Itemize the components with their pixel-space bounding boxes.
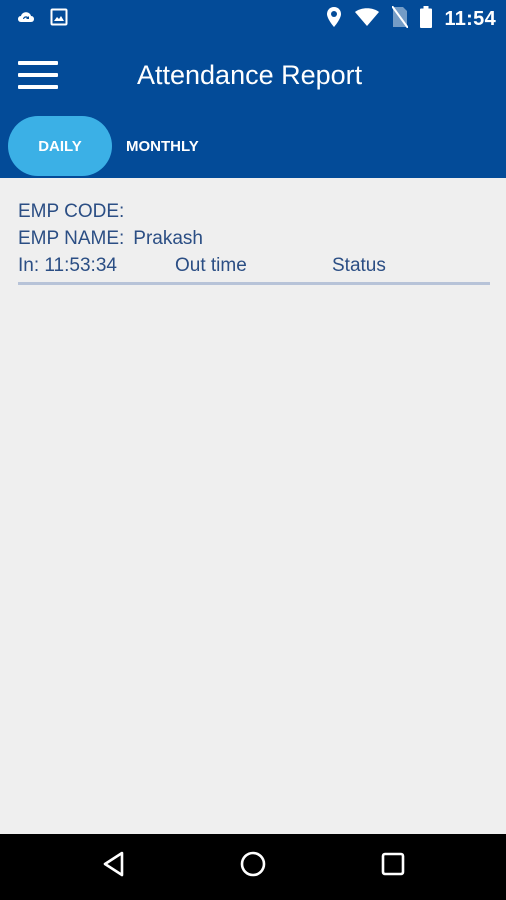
- attendance-times-row: In: 11:53:34 Out time Status: [18, 252, 490, 279]
- location-icon: [326, 6, 342, 33]
- menu-icon-bar: [18, 61, 58, 65]
- record-divider: [18, 282, 490, 285]
- recent-apps-icon: [379, 850, 407, 883]
- home-icon: [239, 850, 267, 883]
- no-sim-icon: [391, 5, 410, 33]
- attendance-content: EMP CODE: EMP NAME: Prakash In: 11:53:34 …: [0, 178, 506, 834]
- home-button[interactable]: [233, 846, 273, 886]
- tab-monthly[interactable]: MONTHLY: [122, 116, 266, 176]
- back-button[interactable]: [94, 846, 134, 886]
- emp-name-label: EMP NAME:: [18, 228, 125, 249]
- navigation-bar: [0, 834, 506, 900]
- status-time: 11:54: [444, 8, 496, 30]
- menu-icon-bar: [18, 73, 58, 77]
- in-time: In: 11:53:34: [18, 255, 117, 276]
- battery-icon: [420, 6, 433, 33]
- status-left-icons: [16, 8, 68, 31]
- emp-code-label: EMP CODE:: [18, 201, 125, 222]
- wifi-icon: [354, 7, 380, 32]
- status-right-icons: 11:54: [326, 5, 496, 33]
- back-icon: [100, 850, 128, 883]
- menu-icon-bar: [18, 85, 58, 89]
- emp-name-value: Prakash: [133, 228, 203, 249]
- recent-apps-button[interactable]: [373, 846, 413, 886]
- emp-code-row: EMP CODE:: [18, 198, 490, 225]
- status-bar: 11:54: [0, 0, 506, 36]
- tab-bar: DAILY MONTHLY: [8, 116, 266, 176]
- tab-daily[interactable]: DAILY: [8, 116, 112, 176]
- app-bar: Attendance Report DAILY MONTHLY: [0, 36, 506, 178]
- out-time: Out time: [175, 255, 247, 276]
- sync-cloud-icon: [16, 8, 36, 31]
- attendance-record: EMP CODE: EMP NAME: Prakash In: 11:53:34 …: [18, 198, 490, 279]
- page-title: Attendance Report: [137, 60, 363, 90]
- menu-button[interactable]: [18, 58, 58, 90]
- emp-name-row: EMP NAME: Prakash: [18, 225, 490, 252]
- status-text: Status: [332, 255, 386, 276]
- image-icon: [50, 8, 68, 31]
